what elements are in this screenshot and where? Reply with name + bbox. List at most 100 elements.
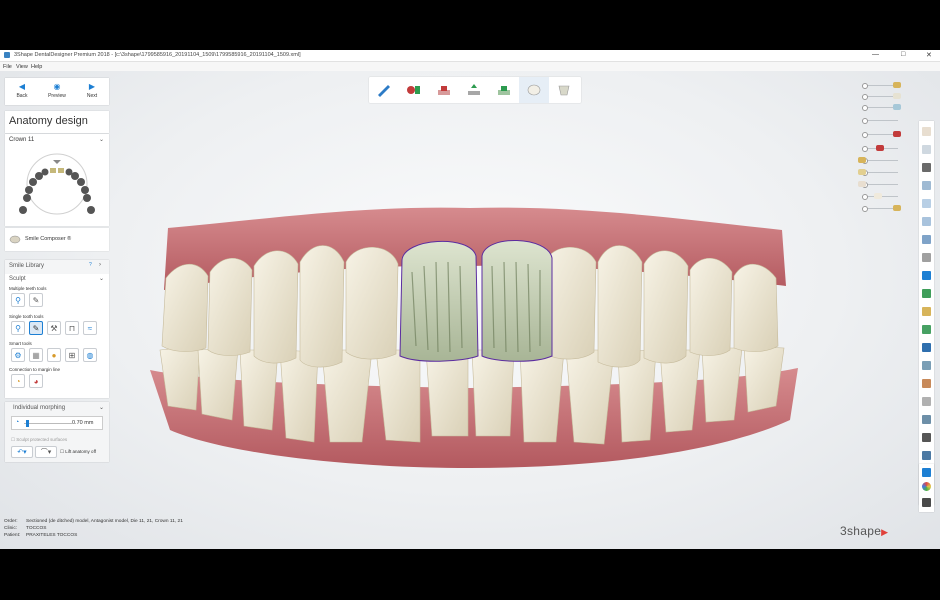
logo-text: 3shape (840, 524, 882, 538)
align-icon: ⊞ (68, 350, 76, 360)
slider-4[interactable] (862, 118, 898, 124)
prep-icon (858, 181, 866, 187)
chevron-down-icon[interactable]: ⌄ (99, 275, 104, 282)
dental-arch-widget[interactable] (5, 146, 109, 224)
grid-icon: ▦ (32, 350, 40, 360)
contact-icon[interactable] (922, 289, 931, 298)
section-icon[interactable] (922, 271, 931, 280)
morph-mode-button[interactable]: ↶▾ (11, 446, 33, 458)
warning-icon[interactable] (922, 397, 931, 406)
tool-margin-2[interactable]: ◕ (29, 374, 43, 388)
tool-smart-4[interactable]: ⊞ (65, 348, 79, 362)
snapshot-icon[interactable] (922, 433, 931, 442)
crown-icon (858, 169, 866, 175)
chevron-down-icon[interactable]: ⌄ (99, 136, 104, 143)
crown-11[interactable] (399, 240, 479, 362)
margin-line-icon: ◔ (15, 376, 21, 386)
tool-single-contact[interactable]: ⊓ (65, 321, 79, 335)
transparency-icon[interactable] (922, 325, 931, 334)
occlusion-icon[interactable] (922, 307, 931, 316)
tool-single-sculpt[interactable]: ✎ (29, 321, 43, 335)
tool-smart-5[interactable]: ◍ (83, 348, 97, 362)
die-icon (876, 145, 884, 151)
right-toolbar (919, 121, 934, 505)
screenshot-icon[interactable] (922, 498, 931, 507)
insertion-icon (468, 84, 480, 95)
lift-anatomy-checkbox[interactable]: ☐ Lift anatomy off (60, 449, 96, 455)
arrow-right-icon: ▶ (88, 82, 96, 91)
sculpt-protected-checkbox[interactable]: ☐ Sculpt protected surfaces (11, 437, 67, 443)
tool-margin-1[interactable]: ◔ (11, 374, 25, 388)
tool-single-wax[interactable]: ⚒ (47, 321, 61, 335)
view-page-icon[interactable] (922, 217, 931, 226)
workflow-step-anatomy[interactable] (519, 77, 549, 103)
curve-icon: ⌒▾ (40, 449, 52, 456)
grid-icon[interactable] (922, 415, 931, 424)
help-badge[interactable]: ? (89, 262, 92, 268)
morph-slider[interactable]: ◔ 0.70 mm (11, 416, 103, 430)
workflow-step-margin[interactable] (399, 77, 429, 103)
crown-21[interactable] (481, 240, 553, 362)
app-window: 3Shape DentalDesigner Premium 2018 - [c:… (0, 50, 940, 549)
sculpt-section: Sculpt ⌄ Multiple teeth tools ⚲ ✎ Single… (5, 274, 109, 398)
screen-icon[interactable] (922, 451, 931, 460)
chevron-down-icon[interactable]: ⌄ (99, 404, 104, 411)
display-icon[interactable] (922, 468, 931, 477)
antagonist-icon (893, 104, 901, 110)
slider-8[interactable] (862, 170, 898, 176)
view-copy-icon[interactable] (922, 199, 931, 208)
color-wheel-icon[interactable] (922, 482, 931, 491)
clip-icon[interactable] (922, 343, 931, 352)
model-icon (893, 82, 901, 88)
wax-knife-icon: ⚒ (50, 323, 58, 333)
smile-composer-box[interactable]: Smile Composer ® (5, 228, 109, 251)
preview-button[interactable]: ◉ Preview (40, 78, 74, 105)
workflow-step-prepare[interactable] (369, 77, 399, 103)
clinic-key: Clinic: (4, 526, 18, 531)
workflow-step-cement[interactable] (489, 77, 519, 103)
measure-icon[interactable] (922, 253, 931, 262)
tooth-icon (527, 84, 541, 96)
pen-icon: ✎ (32, 295, 40, 305)
tool-smart-1[interactable]: ⚙ (11, 348, 25, 362)
tool-multi-pen[interactable]: ✎ (29, 293, 43, 307)
next-button[interactable]: ▶ Next (75, 78, 109, 105)
workflow-step-die[interactable] (429, 77, 459, 103)
articulator-icon[interactable] (922, 361, 931, 370)
layers-icon[interactable] (922, 145, 931, 154)
slider-7[interactable] (862, 158, 898, 164)
next-label: Next (86, 93, 98, 99)
tool-smart-2[interactable]: ▦ (29, 348, 43, 362)
chevron-right-icon[interactable]: › (99, 262, 101, 268)
crown-selector-box: Crown 11 ⌄ (5, 134, 109, 226)
slider-9[interactable] (862, 182, 898, 188)
slider-knob[interactable] (26, 420, 29, 427)
camera-icon[interactable] (922, 163, 931, 172)
morph-icon: ⚲ (15, 323, 21, 333)
smile-library-tab[interactable]: Smile Library (9, 263, 44, 269)
order-key: Order: (4, 519, 18, 524)
tooth-icon (893, 93, 901, 99)
tool-smart-3[interactable]: ● (47, 348, 61, 362)
tooth-view-icon[interactable] (922, 127, 931, 136)
morph-shape-button[interactable]: ⌒▾ (35, 446, 57, 458)
crown-icon (558, 85, 570, 96)
face-icon[interactable] (922, 379, 931, 388)
slider-track (24, 423, 72, 424)
crown-select[interactable]: Crown 11 (9, 137, 34, 143)
radius-icon: ◔ (15, 419, 20, 426)
view-side-icon[interactable] (922, 235, 931, 244)
order-info: Order: Sectioned (de ditched) model, Anta… (4, 518, 183, 539)
preview-label: Preview (48, 93, 66, 99)
tool-single-morph[interactable]: ⚲ (11, 321, 25, 335)
margin-adapt-icon: ◕ (33, 376, 39, 386)
tool-single-smooth[interactable]: ≈ (83, 321, 97, 335)
back-button[interactable]: ◀ Back (5, 78, 39, 105)
dental-3d-viewport[interactable] (0, 50, 940, 549)
right-toolbar-bottom (919, 464, 934, 512)
view-front-icon[interactable] (922, 181, 931, 190)
workflow-step-insertion[interactable] (459, 77, 489, 103)
workflow-step-finish[interactable] (549, 77, 579, 103)
panel-title-text: Anatomy design (9, 115, 88, 127)
tool-multi-morph[interactable]: ⚲ (11, 293, 25, 307)
